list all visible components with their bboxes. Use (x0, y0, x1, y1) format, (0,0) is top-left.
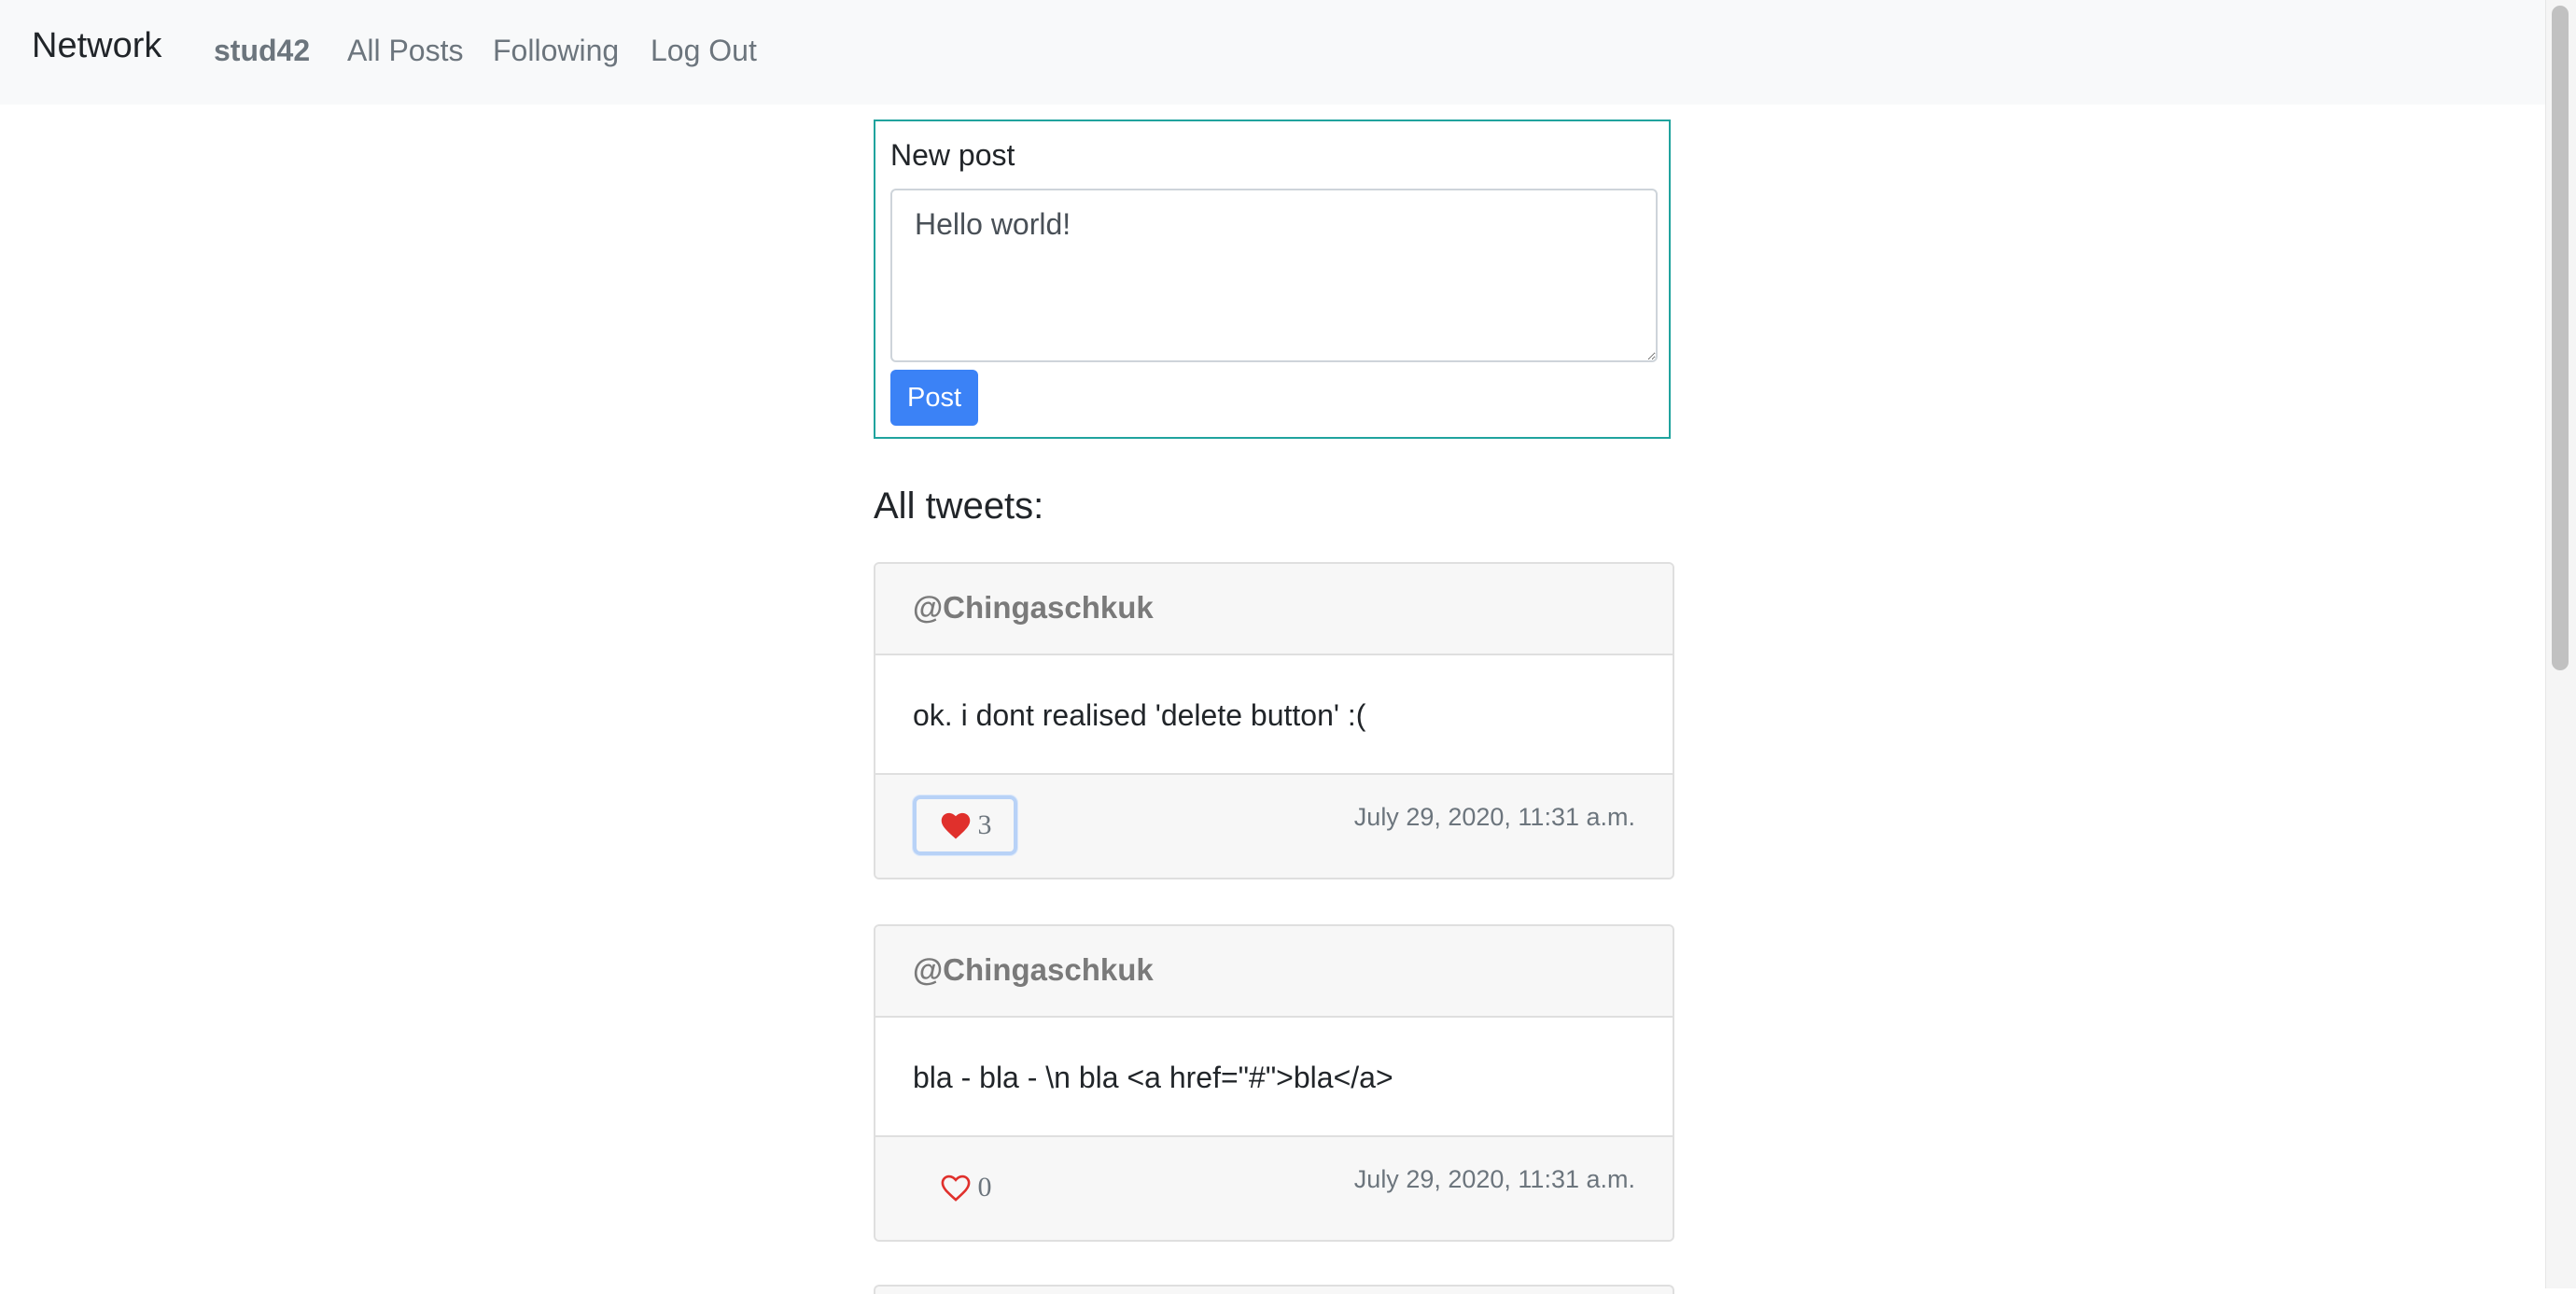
nav-log-out[interactable]: Log Out (651, 34, 757, 68)
new-post-label: New post (890, 138, 1015, 172)
heart-filled-icon (941, 812, 970, 839)
tweet-header: @Chingaschkuk (875, 926, 1673, 1018)
feed-title: All tweets: (874, 485, 1044, 527)
tweet-footer: 3 July 29, 2020, 11:31 a.m. (875, 775, 1673, 878)
like-count: 0 (977, 1172, 992, 1203)
tweet-author-link[interactable]: @Chingaschkuk (913, 590, 1154, 625)
heart-outline-icon (941, 1174, 970, 1202)
tweet-timestamp: July 29, 2020, 11:31 a.m. (1353, 1165, 1635, 1193)
brand-link[interactable]: Network (32, 26, 161, 66)
tweet-content: ok. i dont realised 'delete button' :( (875, 655, 1673, 775)
tweet-card (874, 1285, 1674, 1294)
tweet-content: bla - bla - \n bla <a href="#">bla</a> (875, 1018, 1673, 1137)
tweet-header: @Chingaschkuk (875, 564, 1673, 655)
tweet-author-link[interactable]: @Chingaschkuk (913, 952, 1154, 987)
nav-all-posts[interactable]: All Posts (347, 34, 463, 68)
nav-following[interactable]: Following (493, 34, 619, 68)
navbar: Network stud42 All Posts Following Log O… (0, 0, 2546, 105)
tweet-timestamp: July 29, 2020, 11:31 a.m. (1353, 803, 1635, 831)
page-scrollbar[interactable] (2545, 0, 2576, 1288)
tweet-card: @Chingaschkuk ok. i dont realised 'delet… (874, 562, 1674, 879)
tweet-footer: 0 July 29, 2020, 11:31 a.m. (875, 1137, 1673, 1240)
post-button[interactable]: Post (890, 370, 978, 426)
nav-user-profile[interactable]: stud42 (214, 34, 310, 68)
like-button[interactable]: 0 (913, 1158, 1017, 1217)
post-textarea[interactable]: Hello world! (890, 189, 1658, 362)
scrollbar-thumb[interactable] (2552, 6, 2569, 670)
like-count: 3 (977, 809, 992, 840)
tweet-card: @Chingaschkuk bla - bla - \n bla <a href… (874, 924, 1674, 1242)
new-post-form: New post Hello world! Post (874, 120, 1671, 439)
like-button[interactable]: 3 (913, 795, 1017, 855)
